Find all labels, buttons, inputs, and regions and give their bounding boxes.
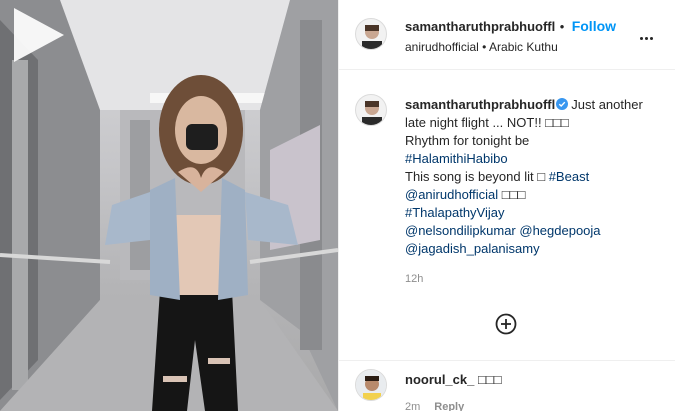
comment-item: noorul_ck_ □□□ 2m Reply <box>339 360 675 411</box>
verified-badge-icon <box>556 98 569 110</box>
commenter-username[interactable]: noorul_ck_ <box>405 372 474 387</box>
caption-line-1: Just another <box>571 97 643 112</box>
caption-line-6: □□□ <box>498 187 526 202</box>
post-caption: samantharuthprabhuoffl Just another late … <box>405 96 667 258</box>
audio-info: anirudhofficial • Arabic Kuthu <box>405 40 558 54</box>
author-username[interactable]: samantharuthprabhuoffl <box>405 19 555 34</box>
commenter-avatar[interactable] <box>355 369 387 401</box>
caption-line-3: Rhythm for tonight be <box>405 133 530 148</box>
caption-author[interactable]: samantharuthprabhuoffl <box>405 97 555 112</box>
mention-jagadish-palanisamy[interactable]: @jagadish_palanisamy <box>405 240 667 258</box>
post-media-video[interactable] <box>0 0 338 411</box>
caption-author-avatar[interactable] <box>355 94 387 126</box>
mention-hegdepooja[interactable]: @hegdepooja <box>519 223 600 238</box>
caption-timestamp[interactable]: 12h <box>405 273 423 285</box>
caption-line-5: This song is beyond lit □ <box>405 169 549 184</box>
post-details-panel: samantharuthprabhuoffl • Follow anirudho… <box>338 0 675 411</box>
audio-track-link[interactable]: Arabic Kuthu <box>489 40 558 54</box>
mention-anirudhofficial[interactable]: @anirudhofficial <box>405 187 498 202</box>
audio-owner-link[interactable]: anirudhofficial <box>405 40 479 54</box>
comment-time[interactable]: 2m <box>405 401 420 411</box>
author-avatar[interactable] <box>355 18 387 50</box>
caption-line-2: late night flight ... NOT!! □□□ <box>405 115 569 130</box>
mention-nelsondilipkumar[interactable]: @nelsondilipkumar <box>405 223 516 238</box>
hashtag-thalapathyvijay[interactable]: #ThalapathyVijay <box>405 204 667 222</box>
hashtag-beast[interactable]: #Beast <box>549 169 589 184</box>
play-icon[interactable] <box>0 0 70 70</box>
reply-button[interactable]: Reply <box>434 401 464 411</box>
comment-text: □□□ <box>477 372 502 387</box>
post-header: samantharuthprabhuoffl • Follow anirudho… <box>339 0 675 70</box>
header-dot: • <box>559 19 565 34</box>
add-comment-icon[interactable] <box>495 313 517 335</box>
comment-meta: 2m Reply <box>405 401 464 411</box>
follow-button[interactable]: Follow <box>572 18 616 34</box>
hashtag-halamithihabibo[interactable]: #HalamithiHabibo <box>405 150 667 168</box>
more-options-icon[interactable] <box>640 27 658 41</box>
audio-separator: • <box>482 40 487 54</box>
